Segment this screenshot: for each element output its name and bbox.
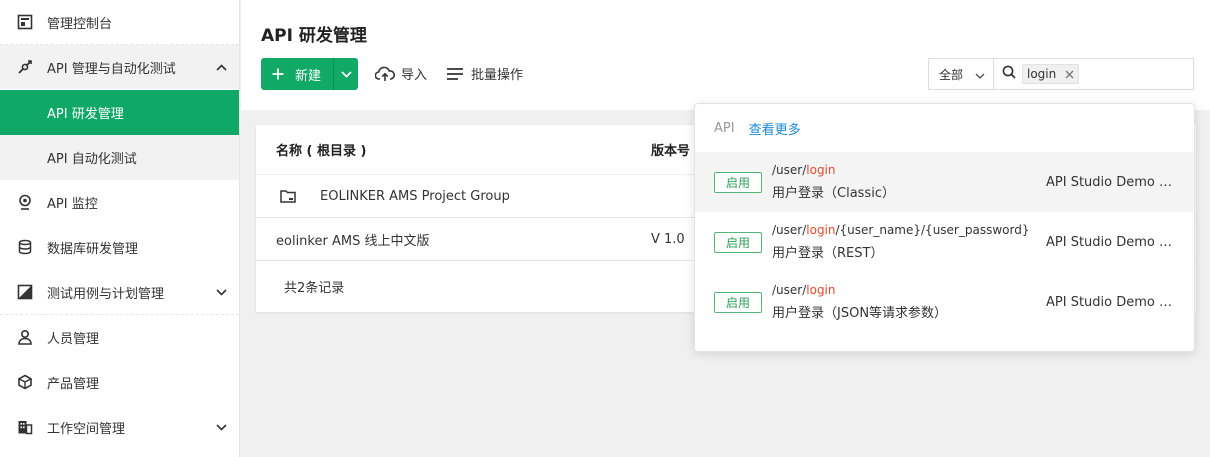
sidebar-item-api-dev[interactable]: API 研发管理: [0, 90, 239, 135]
import-label: 导入: [401, 68, 428, 83]
result-description: 用户登录（REST）: [772, 246, 884, 261]
sidebar-item-testcase[interactable]: 测试用例与计划管理: [0, 270, 239, 315]
toolbar: API 研发管理 新建 导入 批量操作 全部 login: [241, 0, 1210, 110]
new-button[interactable]: 新建: [261, 58, 358, 90]
new-dropdown-toggle[interactable]: [334, 58, 358, 90]
row-name: eolinker AMS 线上中文版: [276, 233, 430, 249]
new-button-label: 新建: [295, 68, 322, 84]
result-path: /user/login/{user_name}/{user_password}: [772, 223, 1029, 237]
folder-name-cell: EOLINKER AMS Project Group: [280, 189, 510, 204]
results-header: API 查看更多: [695, 104, 1194, 152]
search-tag: login: [1022, 64, 1080, 84]
chevron-up-icon: [215, 61, 227, 73]
sidebar-item-workspace[interactable]: 工作空间管理: [0, 405, 239, 450]
result-description: 用户登录（Classic）: [772, 186, 895, 201]
sidebar-item-label: 管理控制台: [47, 16, 113, 32]
row-version: V 1.0: [651, 231, 685, 247]
path-prefix: /user/: [772, 163, 807, 177]
sidebar-item-api-autotest[interactable]: API 自动化测试: [0, 135, 239, 180]
sidebar-item-dashboard[interactable]: 管理控制台: [0, 0, 239, 45]
sidebar-item-label: API 研发管理: [47, 107, 124, 122]
list-icon: [445, 65, 465, 83]
path-prefix: /user/: [772, 223, 807, 237]
product-icon: [16, 373, 34, 391]
status-badge: 启用: [714, 172, 762, 193]
page-title: API 研发管理: [261, 26, 367, 46]
row-name: EOLINKER AMS Project Group: [320, 188, 510, 204]
people-icon: [16, 328, 34, 346]
sidebar-item-label: 产品管理: [47, 376, 100, 392]
view-more-link[interactable]: 查看更多: [749, 119, 801, 138]
path-keyword: login: [806, 283, 836, 297]
dashboard-icon: [16, 13, 34, 31]
sidebar: 管理控制台 API 管理与自动化测试 API 研发管理 API 自动化测试 AP…: [0, 0, 240, 457]
search-input[interactable]: login: [994, 59, 1193, 89]
sidebar-item-label: 数据库研发管理: [47, 241, 139, 257]
column-header-name: 名称 ( 根目录 ): [276, 144, 367, 159]
chevron-down-icon: [215, 421, 227, 433]
database-icon: [16, 238, 34, 256]
sidebar-item-label: API 监控: [47, 196, 98, 212]
chevron-down-icon: [975, 69, 985, 79]
sidebar-item-people[interactable]: 人员管理: [0, 315, 239, 360]
path-prefix: /user/: [772, 283, 807, 297]
sidebar-item-label: 人员管理: [47, 331, 100, 347]
sidebar-item-label: API 自动化测试: [47, 152, 137, 167]
api-manage-icon: [16, 58, 34, 76]
path-keyword: login: [806, 163, 836, 177]
cloud-upload-icon: [375, 65, 395, 83]
search-result-item[interactable]: 启用 /user/login/{user_name}/{user_passwor…: [695, 212, 1194, 272]
result-path: /user/login: [772, 283, 836, 297]
testcase-icon: [16, 283, 34, 301]
folder-icon: [280, 189, 296, 203]
batch-label: 批量操作: [471, 68, 524, 83]
search-tag-text: login: [1027, 67, 1057, 81]
search-filter: 全部 login: [928, 58, 1194, 90]
path-keyword: login: [806, 223, 836, 237]
monitor-icon: [16, 193, 34, 211]
sidebar-item-product[interactable]: 产品管理: [0, 360, 239, 405]
result-project: API Studio Demo P...: [1046, 175, 1176, 190]
result-path: /user/login: [772, 163, 836, 177]
scope-select[interactable]: 全部: [929, 59, 994, 89]
sidebar-item-api-management[interactable]: API 管理与自动化测试: [0, 45, 239, 90]
batch-operation-button[interactable]: 批量操作: [445, 64, 523, 83]
sidebar-item-label: 工作空间管理: [47, 421, 126, 437]
scope-select-value: 全部: [939, 67, 964, 82]
column-header-version: 版本号: [651, 144, 691, 159]
status-badge: 启用: [714, 232, 762, 253]
status-badge: 启用: [714, 292, 762, 313]
sidebar-item-label: API 管理与自动化测试: [47, 61, 176, 77]
chevron-down-icon: [215, 286, 227, 298]
search-result-item[interactable]: 启用 /user/login 用户登录（JSON等请求参数） API Studi…: [695, 272, 1194, 332]
result-description: 用户登录（JSON等请求参数）: [772, 306, 948, 321]
sidebar-item-label: 测试用例与计划管理: [47, 286, 165, 302]
search-icon: [1002, 65, 1016, 83]
close-icon[interactable]: [1064, 69, 1074, 79]
result-project: API Studio Demo P...: [1046, 295, 1176, 310]
import-button[interactable]: 导入: [375, 64, 427, 83]
workspace-icon: [16, 418, 34, 436]
plus-icon: [271, 67, 285, 81]
sidebar-item-database[interactable]: 数据库研发管理: [0, 225, 239, 270]
record-count: 共2条记录: [284, 280, 345, 296]
results-category: API: [714, 120, 735, 136]
path-suffix: /{user_name}/{user_password}: [835, 223, 1030, 237]
search-result-item[interactable]: 启用 /user/login 用户登录（Classic） API Studio …: [695, 152, 1194, 212]
sidebar-item-api-monitor[interactable]: API 监控: [0, 180, 239, 225]
search-results-dropdown: API 查看更多 启用 /user/login 用户登录（Classic） AP…: [694, 103, 1195, 352]
result-project: API Studio Demo P...: [1046, 235, 1176, 250]
